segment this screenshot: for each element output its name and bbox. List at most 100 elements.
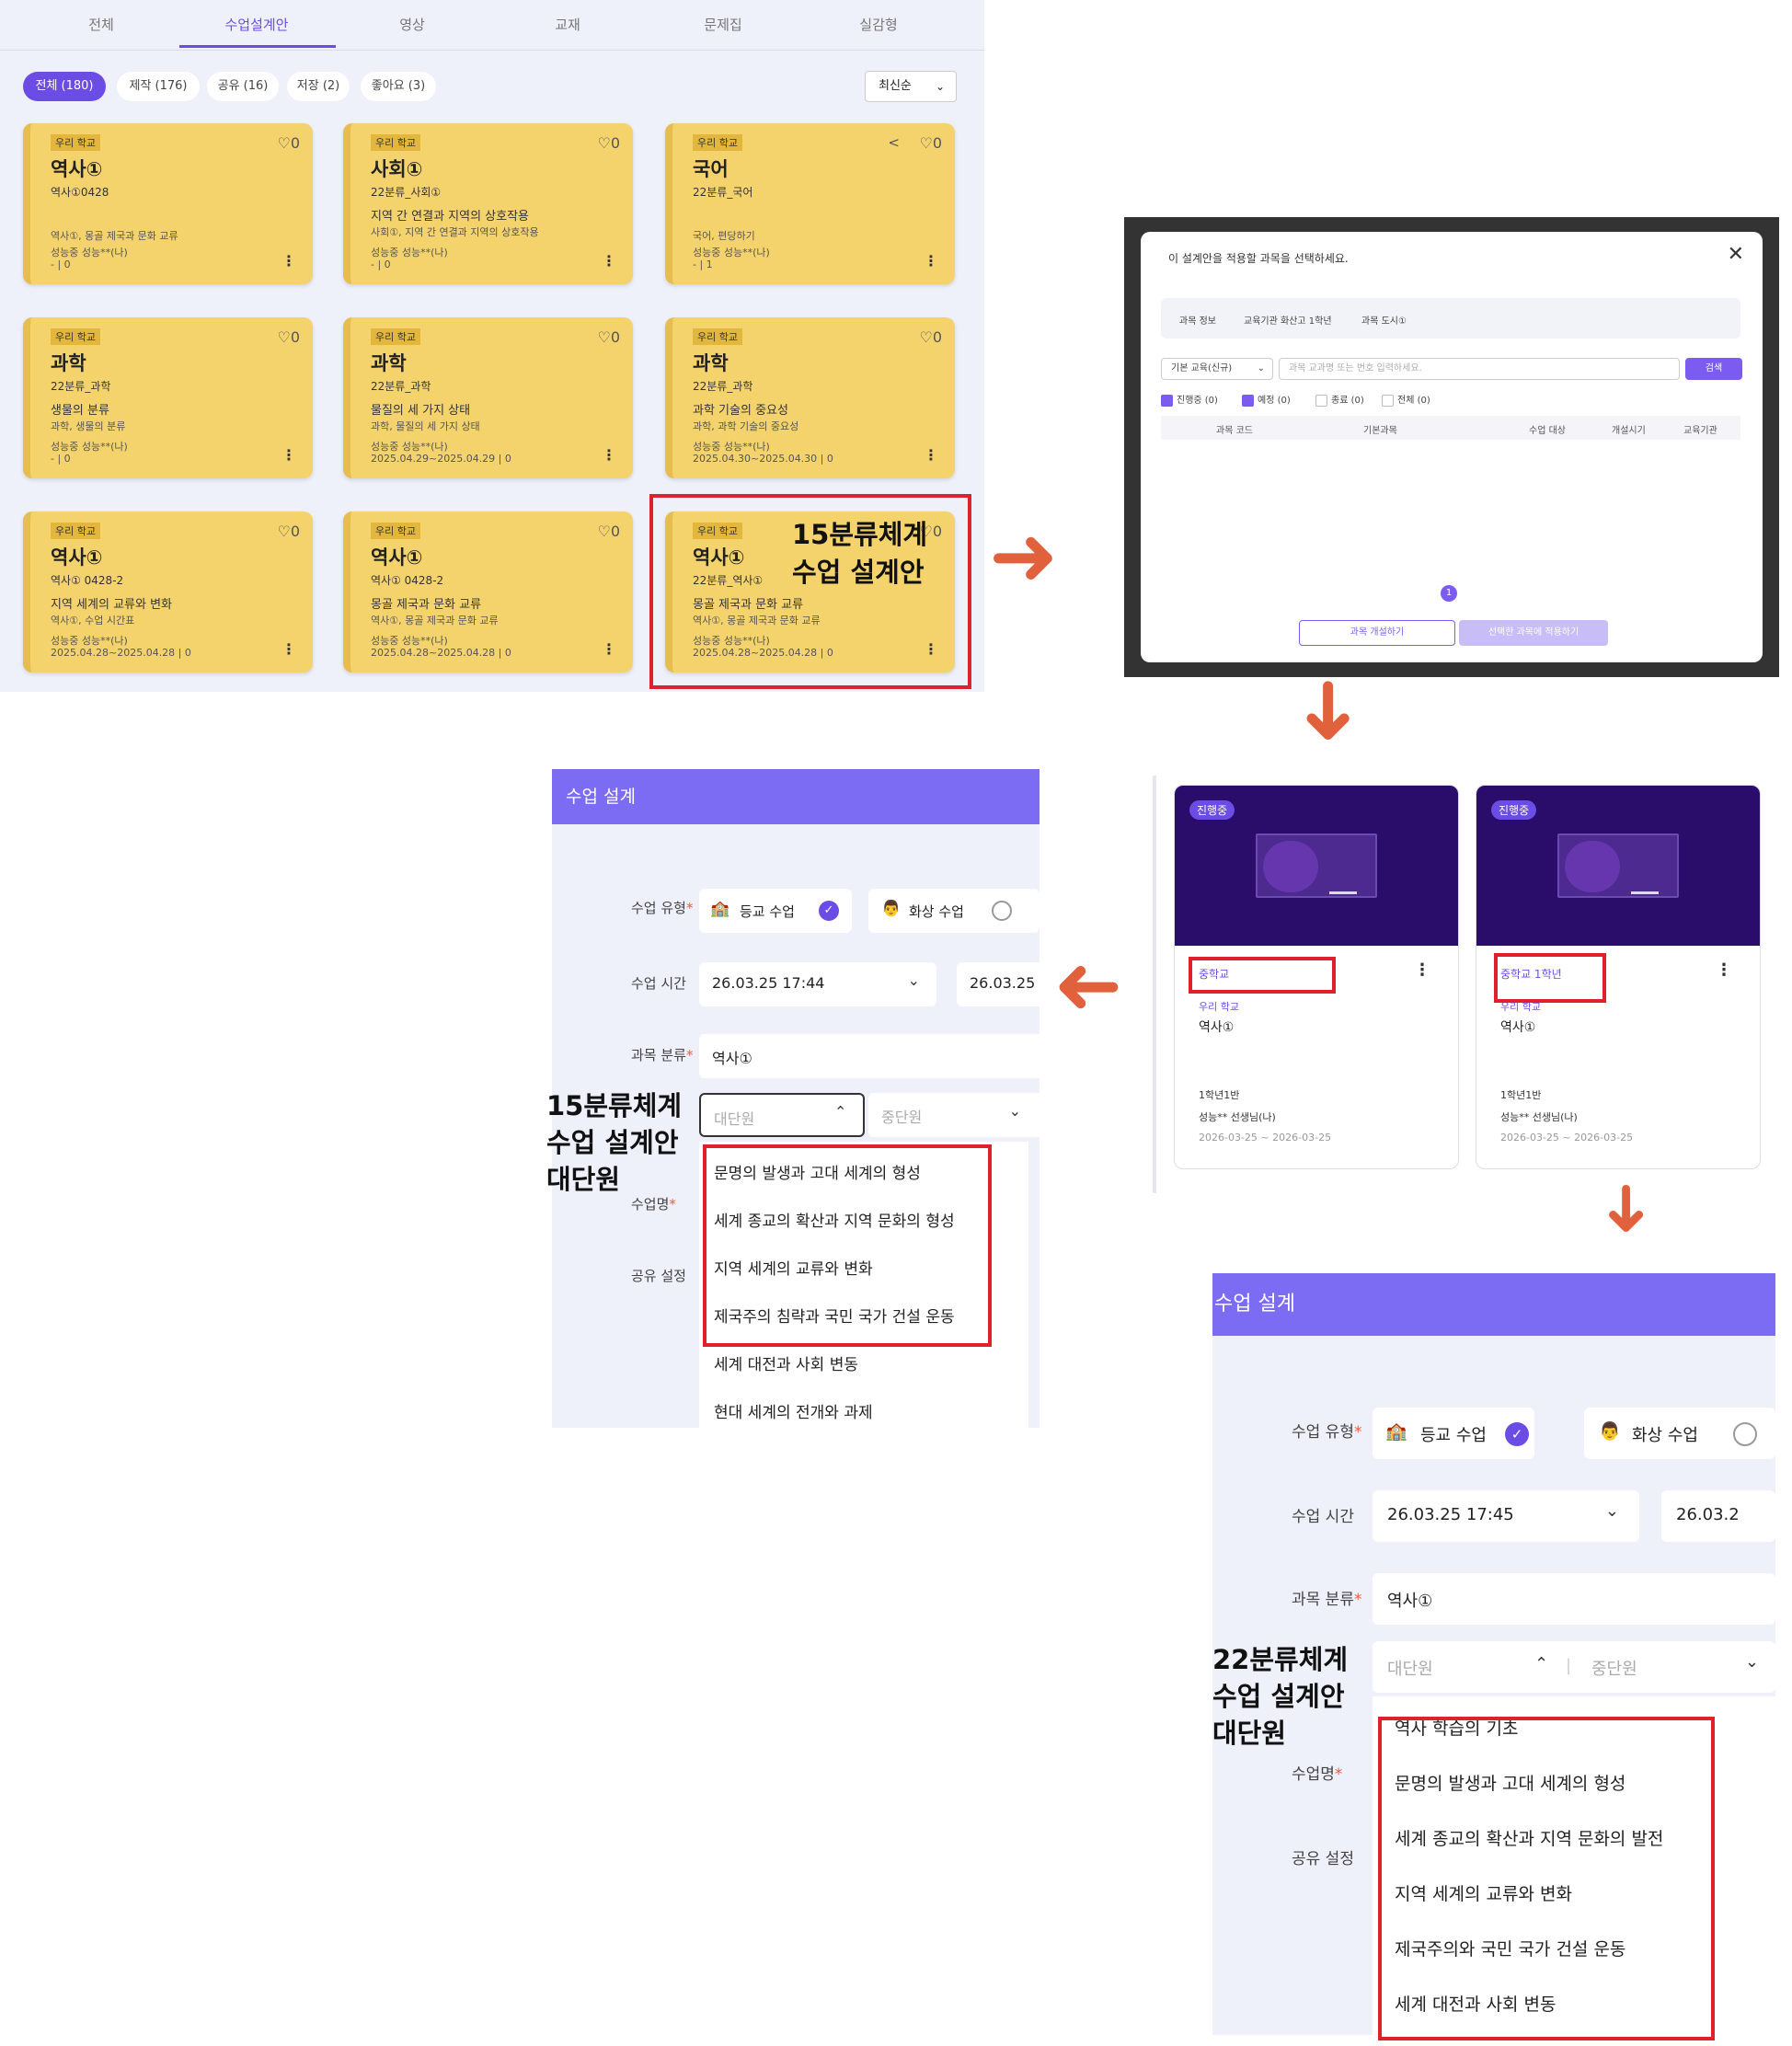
filter-scheduled[interactable]: 예정 (0) [1242,392,1291,407]
label-share: 공유 설정 [631,1268,686,1284]
filter-liked[interactable]: 좋아요 (3) [361,72,436,101]
tab-lesson-plans[interactable]: 수업설계안 [206,15,307,34]
check-label: 예정 (0) [1258,396,1291,406]
lesson-card[interactable]: 우리 학교 ♡0 과학 22분류_과학 과학 기술의 중요성 과학, 과학 기술… [665,317,955,478]
filter-created[interactable]: 제작 (176) [117,72,200,101]
subject-search-input[interactable]: 과목 교과명 또는 번호 입력하세요. [1279,358,1680,380]
annotation-line: 대단원 [1212,1718,1287,1749]
heart-icon[interactable]: ♡0 [277,328,300,346]
heart-icon[interactable]: ♡0 [277,523,300,540]
tab-all[interactable]: 전체 [51,15,152,34]
label-subject: 과목 분류* [631,1047,694,1063]
more-icon[interactable]: ⋮ [602,640,616,658]
label-text: 과목 분류 [631,1047,686,1063]
card-meta: 2025.04.30~2025.04.30 | 0 [693,453,833,465]
more-icon[interactable]: ⋮ [924,252,938,270]
lesson-card[interactable]: 우리 학교 ♡0 사회① 22분류_사회① 지역 간 연결과 지역의 상호작용 … [343,123,633,284]
more-icon[interactable]: ⋮ [1414,960,1430,980]
major-unit-placeholder[interactable]: 대단원 [1387,1656,1433,1680]
lesson-card[interactable]: 우리 학교 ♡0 과학 22분류_과학 생물의 분류 과학, 생물의 분류 성능… [23,317,313,478]
more-icon[interactable]: ⋮ [1716,960,1732,980]
tab-workbooks[interactable]: 문제집 [672,15,774,34]
more-icon[interactable]: ⋮ [602,252,616,270]
major-unit-placeholder: 대단원 [714,1110,755,1128]
tab-textbooks[interactable]: 교재 [517,15,618,34]
label-lesson-time: 수업 시간 [631,975,686,992]
chevron-down-icon[interactable]: ⌄ [1745,1652,1759,1672]
like-count: 0 [290,328,300,346]
option-in-school[interactable]: 🏫 등교 수업 ✓ [1373,1408,1534,1459]
heart-icon[interactable]: ♡0 [597,328,620,346]
more-icon[interactable]: ⋮ [924,446,938,464]
subject-select-modal: 이 설계안을 적용할 과목을 선택하세요. ✕ 과목 정보 교육기관 화산고 1… [1141,232,1763,662]
more-icon[interactable]: ⋮ [281,252,296,270]
option-label: 화상 수업 [1632,1426,1698,1445]
lesson-card[interactable]: 우리 학교 ♡0 과학 22분류_과학 물질의 세 가지 상태 과학, 물질의 … [343,317,633,478]
search-button[interactable]: 검색 [1685,358,1742,380]
school-icon: 🏫 [1385,1421,1407,1442]
filter-all[interactable]: 전체 (180) [23,72,106,101]
open-subject-button[interactable]: 과목 개설하기 [1299,620,1455,646]
lesson-card[interactable]: 우리 학교 < ♡0 국어 22분류_국어 국어, 편당하기 성능중 성능**(… [665,123,955,284]
more-icon[interactable]: ⋮ [602,446,616,464]
major-unit-select[interactable]: 대단원 ⌄ [699,1093,865,1137]
card-author: 성능중 성능**(나) [51,441,128,453]
unit-select-row: 대단원 ⌄ | 중단원 ⌄ [1373,1641,1775,1693]
end-time-select[interactable]: 26.03.2 [1661,1490,1775,1542]
heart-icon[interactable]: ♡0 [277,134,300,152]
annotation-line: 22분류체계 [1212,1644,1349,1675]
card-code: 역사① 0428-2 [371,574,444,587]
option-in-school[interactable]: 🏫 등교 수업 ✓ [699,889,852,933]
annotation-line: 15분류체계 [546,1090,683,1121]
card-meta: 2025.04.29~2025.04.29 | 0 [371,453,511,465]
filter-saved[interactable]: 저장 (2) [287,72,350,101]
middle-unit-select[interactable]: 중단원 ⌄ [868,1093,1040,1137]
card-meta: - | 0 [51,259,71,270]
column-header: 개설시기 [1612,426,1646,436]
card-subject: 사회① [371,158,423,180]
divider [1153,776,1156,1193]
filter-all-status[interactable]: 전체 (0) [1382,392,1430,407]
chevron-up-icon[interactable]: ⌄ [1534,1652,1548,1672]
start-time-select[interactable]: 26.03.25 17:44 ⌄ [699,962,936,1006]
end-time-select[interactable]: 26.03.25 [957,962,1040,1006]
card-author: 성능중 성능**(나) [693,247,770,259]
more-icon[interactable]: ⋮ [281,446,296,464]
heart-icon[interactable]: ♡0 [597,523,620,540]
sort-select[interactable]: 최신순 ⌄ [865,71,957,102]
curriculum-select[interactable]: 기본 교육(신규) ⌄ [1161,358,1273,380]
filter-ended[interactable]: 종료 (0) [1315,392,1364,407]
lesson-card[interactable]: 우리 학교 ♡0 역사① 역사①0428 역사①, 몽골 제국과 문화 교류 성… [23,123,313,284]
card-author: 성능중 성능**(나) [371,247,448,259]
tab-immersive[interactable]: 실감형 [828,15,929,34]
lesson-card[interactable]: 우리 학교 ♡0 역사① 역사① 0428-2 몽골 제국과 문화 교류 역사①… [343,512,633,672]
subject-value: 역사① [1387,1592,1433,1611]
card-author: 성능중 성능**(나) [371,441,448,453]
option-video[interactable]: 👨 화상 수업 [1584,1408,1775,1459]
filter-shared[interactable]: 공유 (16) [207,72,279,101]
page-1-button[interactable]: 1 [1441,585,1457,602]
dropdown-option[interactable]: 현대 세계의 전개와 과제 [714,1399,873,1422]
school-badge: 우리 학교 [693,328,742,345]
start-time-select[interactable]: 26.03.25 17:45 ⌄ [1373,1490,1639,1542]
heart-icon[interactable]: ♡0 [597,134,620,152]
share-icon[interactable]: < [888,134,900,151]
close-icon[interactable]: ✕ [1728,243,1744,266]
heart-icon[interactable]: ♡0 [919,134,942,152]
check-label: 전체 (0) [1397,396,1430,406]
apply-subject-button[interactable]: 선택한 과목에 적용하기 [1459,620,1608,646]
dropdown-option[interactable]: 세계 대전과 사회 변동 [714,1351,858,1374]
lesson-card[interactable]: 우리 학교 ♡0 역사① 역사① 0428-2 지역 세계의 교류와 변화 역사… [23,512,313,672]
card-desc: 역사①, 몽골 제국과 문화 교류 [51,230,178,242]
tab-videos[interactable]: 영상 [362,15,463,34]
heart-icon[interactable]: ♡0 [919,328,942,346]
radio-checked-icon: ✓ [1505,1422,1529,1446]
form-header: 수업 설계 [552,769,1040,824]
more-icon[interactable]: ⋮ [281,640,296,658]
option-video[interactable]: 👨 화상 수업 [868,889,1040,933]
middle-unit-placeholder[interactable]: 중단원 [1591,1656,1637,1680]
like-count: 0 [610,134,620,152]
school-name: 우리 학교 [1199,1001,1239,1013]
like-count: 0 [290,523,300,540]
filter-in-progress[interactable]: 진행중 (0) [1161,392,1218,407]
